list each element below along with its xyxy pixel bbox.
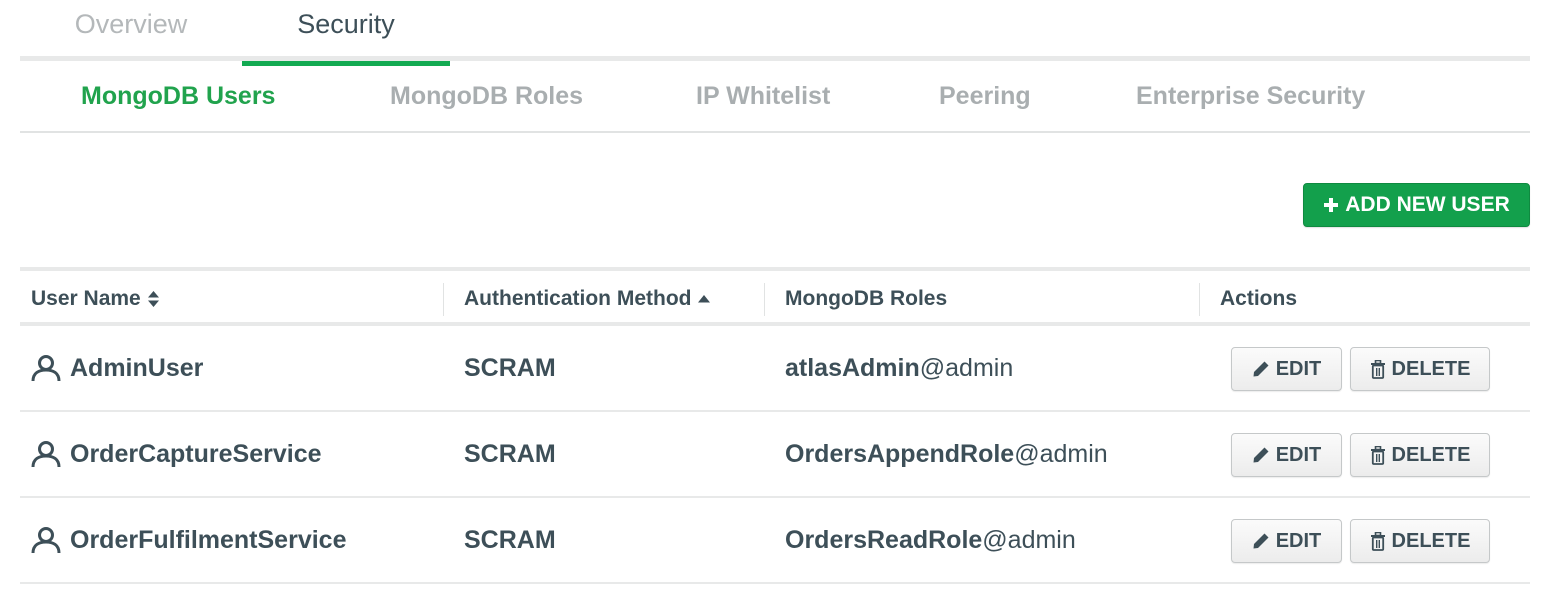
- delete-button[interactable]: DELETE: [1350, 519, 1490, 563]
- subtab-mongodb-roles[interactable]: MongoDB Roles: [390, 61, 583, 131]
- column-label: MongoDB Roles: [785, 286, 948, 310]
- username: OrderCaptureService: [70, 439, 322, 468]
- tab-security[interactable]: Security: [242, 0, 450, 66]
- column-header-actions: Actions: [1199, 271, 1530, 326]
- role-database: @admin: [982, 525, 1076, 554]
- delete-button[interactable]: DELETE: [1350, 433, 1490, 477]
- plus-icon: [1323, 191, 1339, 217]
- pencil-icon: [1252, 446, 1270, 464]
- delete-label: DELETE: [1391, 529, 1471, 552]
- subtab-mongodb-users[interactable]: MongoDB Users: [81, 61, 275, 131]
- column-label: Authentication Method: [464, 286, 692, 310]
- user-icon: [30, 440, 62, 468]
- trash-icon: [1370, 445, 1386, 465]
- auth-method-cell: SCRAM: [443, 412, 764, 496]
- auth-method: SCRAM: [464, 525, 556, 554]
- roles-cell: OrdersAppendRole @admin: [764, 412, 1199, 496]
- auth-method-cell: SCRAM: [443, 326, 764, 410]
- edit-button[interactable]: EDIT: [1231, 347, 1342, 391]
- user-icon: [30, 526, 62, 554]
- tab-overview[interactable]: Overview: [20, 0, 242, 61]
- auth-method: SCRAM: [464, 439, 556, 468]
- trash-icon: [1370, 531, 1386, 551]
- add-new-user-button[interactable]: ADD NEW USER: [1303, 183, 1530, 227]
- security-page: Overview Security MongoDB Users MongoDB …: [0, 0, 1549, 589]
- delete-label: DELETE: [1391, 443, 1471, 466]
- column-label: Actions: [1220, 286, 1298, 310]
- user-name-cell: OrderCaptureService: [20, 412, 443, 496]
- delete-label: DELETE: [1391, 357, 1471, 380]
- table-header: User Name Authentication Method MongoDB …: [20, 271, 1530, 326]
- trash-icon: [1370, 359, 1386, 379]
- subtab-ip-whitelist[interactable]: IP Whitelist: [696, 61, 830, 131]
- role-database: @admin: [919, 353, 1014, 382]
- username: AdminUser: [70, 353, 204, 382]
- edit-button[interactable]: EDIT: [1231, 433, 1342, 477]
- table-row: AdminUser SCRAM atlasAdmin @admin EDIT DE…: [20, 326, 1530, 412]
- subtab-peering[interactable]: Peering: [939, 61, 1031, 131]
- edit-label: EDIT: [1275, 357, 1322, 380]
- roles-cell: OrdersReadRole @admin: [764, 498, 1199, 582]
- pencil-icon: [1252, 532, 1270, 550]
- user-icon: [30, 354, 62, 382]
- edit-label: EDIT: [1275, 443, 1322, 466]
- auth-method: SCRAM: [464, 353, 556, 382]
- column-label: User Name: [31, 286, 141, 310]
- top-tab-bar: Overview Security: [20, 0, 1530, 66]
- role-name: OrdersAppendRole: [785, 439, 1015, 468]
- table-row: OrderCaptureService SCRAM OrdersAppendRo…: [20, 412, 1530, 498]
- subtab-enterprise-security[interactable]: Enterprise Security: [1136, 61, 1365, 131]
- sort-ascending-icon: [697, 294, 711, 304]
- users-table: User Name Authentication Method MongoDB …: [20, 267, 1530, 584]
- add-new-user-label: ADD NEW USER: [1345, 193, 1510, 216]
- pencil-icon: [1252, 360, 1270, 378]
- column-header-authentication-method[interactable]: Authentication Method: [443, 271, 764, 326]
- column-header-user-name[interactable]: User Name: [20, 271, 443, 326]
- delete-button[interactable]: DELETE: [1350, 347, 1490, 391]
- edit-label: EDIT: [1275, 529, 1322, 552]
- sort-both-icon: [147, 290, 160, 308]
- role-database: @admin: [1014, 439, 1108, 468]
- edit-button[interactable]: EDIT: [1231, 519, 1342, 563]
- auth-method-cell: SCRAM: [443, 498, 764, 582]
- column-header-mongodb-roles[interactable]: MongoDB Roles: [764, 271, 1199, 326]
- roles-cell: atlasAdmin @admin: [764, 326, 1199, 410]
- user-name-cell: OrderFulfilmentService: [20, 498, 443, 582]
- table-row: OrderFulfilmentService SCRAM OrdersReadR…: [20, 498, 1530, 584]
- role-name: atlasAdmin: [785, 353, 920, 382]
- user-name-cell: AdminUser: [20, 326, 443, 410]
- security-sub-tab-bar: MongoDB Users MongoDB Roles IP Whitelist…: [20, 61, 1530, 133]
- username: OrderFulfilmentService: [70, 525, 347, 554]
- role-name: OrdersReadRole: [785, 525, 983, 554]
